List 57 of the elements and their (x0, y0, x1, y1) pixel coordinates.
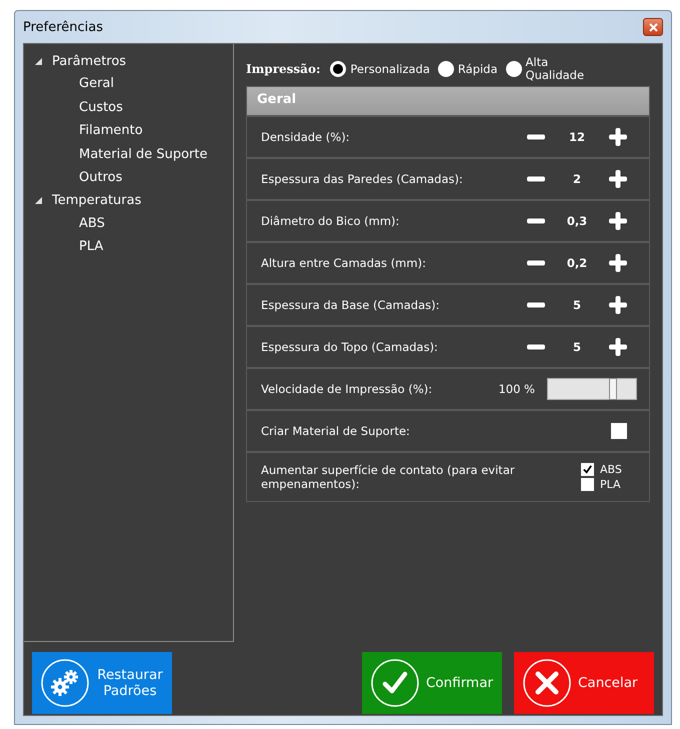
setting-label: Diâmetro do Bico (mm): (261, 214, 400, 228)
checkbox[interactable] (581, 463, 594, 476)
close-icon (522, 658, 572, 708)
checkbox-label: PLA (600, 478, 621, 491)
plus-icon[interactable] (609, 212, 627, 230)
setting-label: Velocidade de Impressão (%): (261, 382, 434, 396)
slider[interactable] (547, 378, 637, 400)
plus-icon[interactable] (609, 170, 627, 188)
restore-defaults-button[interactable]: Restaurar Padrões (32, 652, 172, 714)
tree-item[interactable]: Parâmetros (49, 52, 130, 70)
slider-reading: 100 % (498, 382, 535, 396)
close-button[interactable] (643, 18, 663, 36)
tree-item[interactable]: Outros (76, 169, 126, 186)
confirm-button[interactable]: Confirmar (362, 652, 502, 714)
tree-item[interactable]: Custos (76, 98, 126, 116)
radio-label: Personalizada (350, 62, 430, 76)
checkmark-icon (370, 658, 420, 708)
tree-item[interactable]: Filamento (76, 122, 146, 140)
radio-label: Alta Qualidade (526, 56, 586, 82)
setting-label: Espessura da Base (Camadas): (261, 298, 441, 312)
plus-icon[interactable] (609, 128, 627, 146)
tree-item[interactable]: ABS (76, 214, 108, 232)
checkbox[interactable] (581, 478, 594, 491)
radio-button[interactable] (506, 61, 522, 77)
stepper-value: 0,2 (566, 256, 588, 270)
radio-button[interactable] (330, 61, 346, 77)
tree-item[interactable]: Material de Suporte (76, 146, 210, 163)
plus-icon[interactable] (609, 338, 627, 356)
stepper-value: 12 (568, 130, 586, 144)
stepper-value: 0,3 (566, 214, 588, 228)
checkbox[interactable] (611, 423, 627, 439)
radio-label: Rápida (458, 62, 498, 76)
close-icon (648, 22, 658, 32)
stepper-value: 5 (572, 298, 582, 312)
window-title: Preferências (23, 20, 104, 34)
radio-button[interactable] (438, 61, 454, 77)
tree-item[interactable]: Temperaturas (49, 192, 144, 209)
setting-label: Criar Material de Suporte: (261, 424, 411, 438)
stepper-value: 5 (572, 340, 582, 354)
setting-label: Espessura das Paredes (Camadas): (261, 172, 464, 186)
collapse-icon[interactable] (34, 196, 43, 205)
stepper-value: 2 (572, 172, 582, 186)
setting-label: Espessura do Topo (Camadas): (261, 340, 439, 354)
plus-icon[interactable] (609, 296, 627, 314)
tree-item[interactable]: PLA (76, 238, 106, 256)
setting-label: Altura entre Camadas (mm): (261, 256, 427, 270)
print-mode-label: Impressão: (246, 62, 320, 76)
checkbox-label: ABS (600, 463, 622, 476)
group-header: Geral (247, 87, 649, 115)
gears-icon (40, 658, 90, 708)
tree-item[interactable]: Geral (76, 75, 117, 92)
slider-thumb[interactable] (609, 378, 618, 400)
plus-icon[interactable] (609, 254, 627, 272)
cancel-button[interactable]: Cancelar (514, 652, 654, 714)
setting-label: Densidade (%): (261, 130, 351, 144)
collapse-icon[interactable] (34, 56, 43, 66)
setting-label: Aumentar superfície de contato (para evitar empenamentos): (261, 463, 516, 491)
